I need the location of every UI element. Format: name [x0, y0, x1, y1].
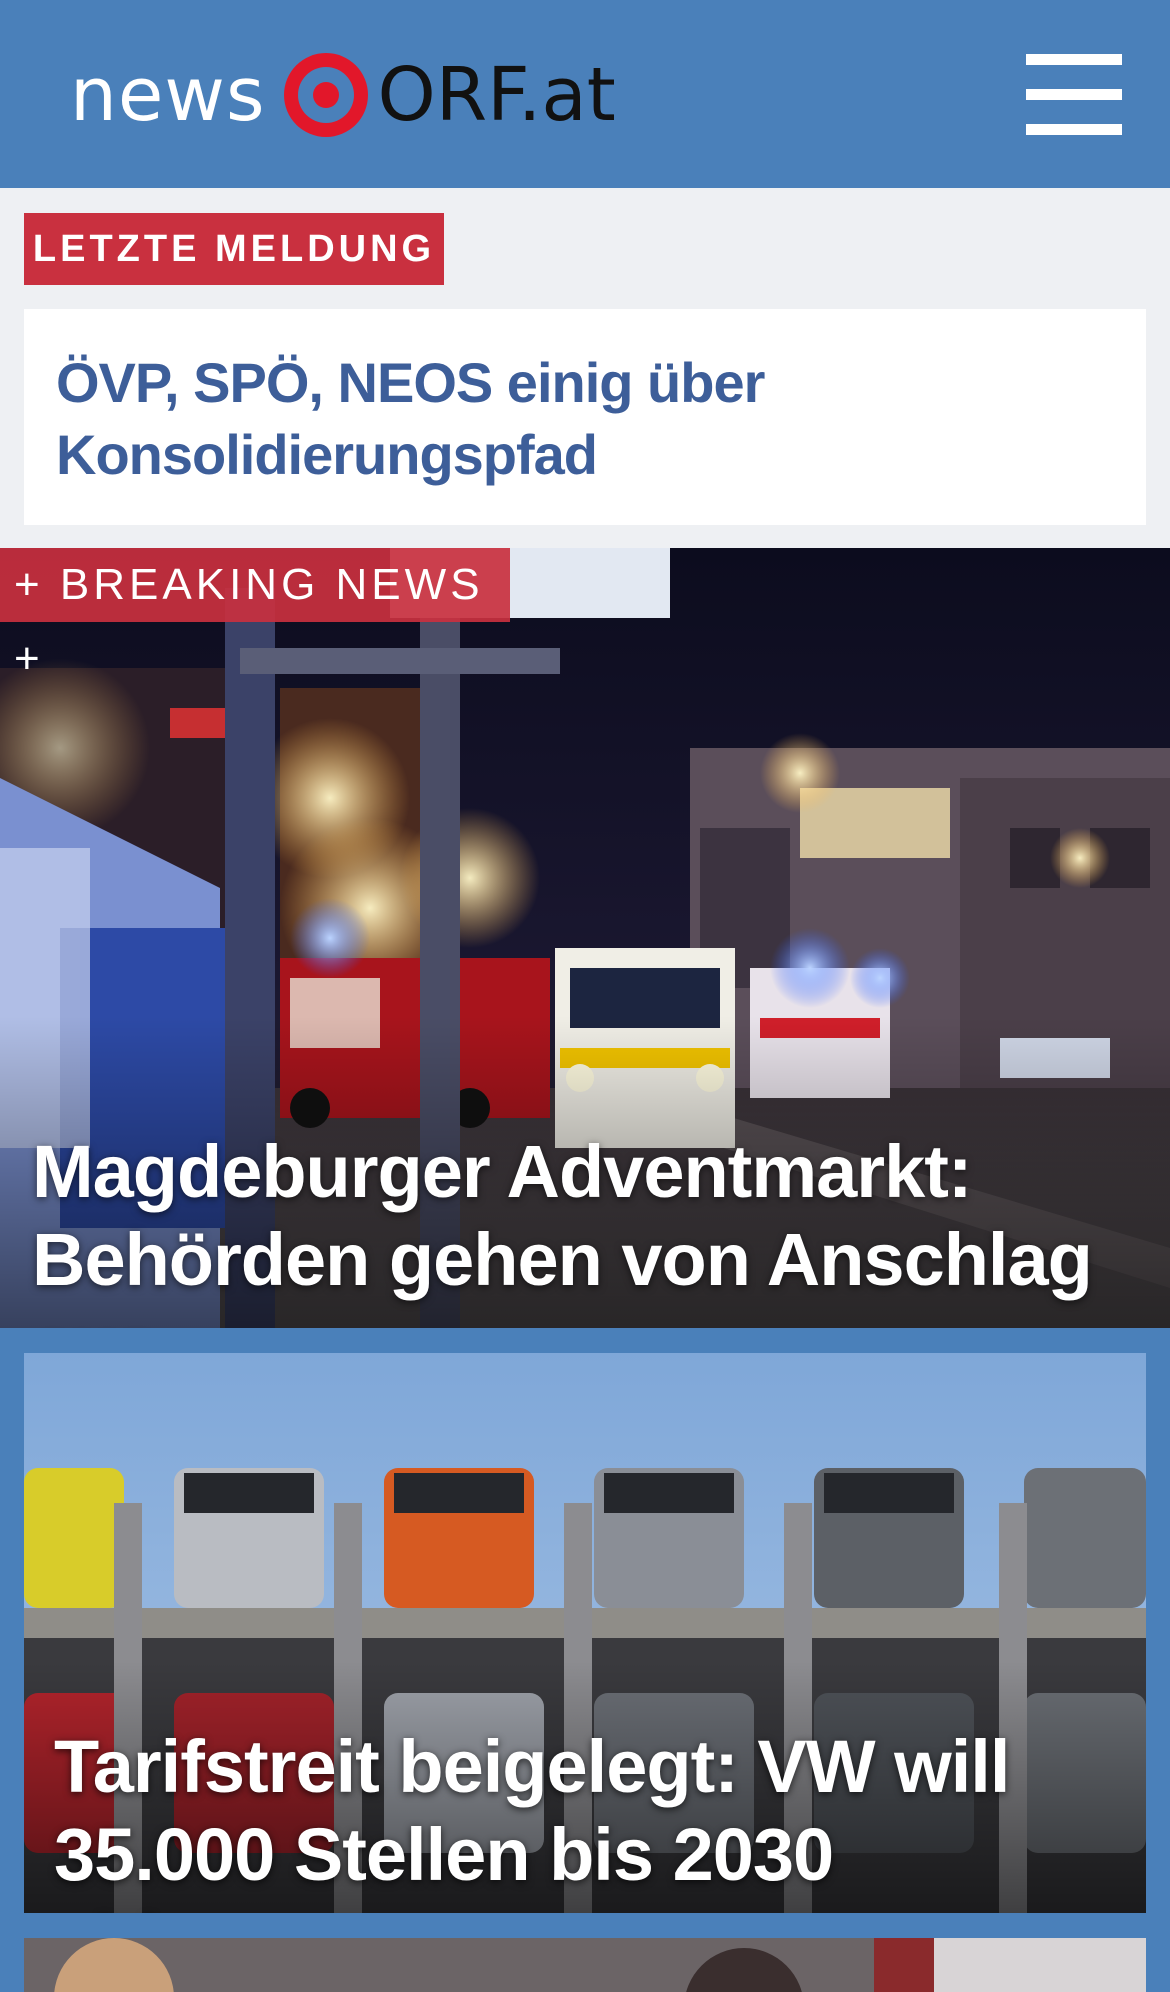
breaking-news-headline[interactable]: Magdeburger Adventmarkt: Behörden gehen … — [32, 1128, 1132, 1328]
latest-news-headline[interactable]: ÖVP, SPÖ, NEOS einig über Konsolidierung… — [56, 347, 1114, 491]
orf-news-logo[interactable]: news ORF.at — [70, 50, 616, 140]
story-headline[interactable]: Tarifstreit beigelegt: VW will 35.000 St… — [54, 1723, 1134, 1913]
top-header: news ORF.at — [0, 0, 1170, 188]
orf-eye-icon — [283, 53, 368, 137]
next-story-card[interactable] — [24, 1938, 1146, 1992]
logo-orf-text: ORF.at — [377, 52, 616, 138]
hamburger-menu-icon[interactable] — [1026, 52, 1122, 136]
next-story-image — [24, 1938, 1146, 1992]
story-card[interactable]: Tarifstreit beigelegt: VW will 35.000 St… — [24, 1353, 1146, 1913]
latest-news-badge: LETZTE MELDUNG — [24, 213, 444, 285]
breaking-news-badge: + BREAKING NEWS + — [0, 548, 510, 683]
latest-news-card[interactable]: ÖVP, SPÖ, NEOS einig über Konsolidierung… — [24, 309, 1146, 525]
breaking-news-card[interactable]: + BREAKING NEWS + Magdeburger Adventmark… — [0, 548, 1170, 1328]
logo-news-text: news — [70, 52, 266, 138]
